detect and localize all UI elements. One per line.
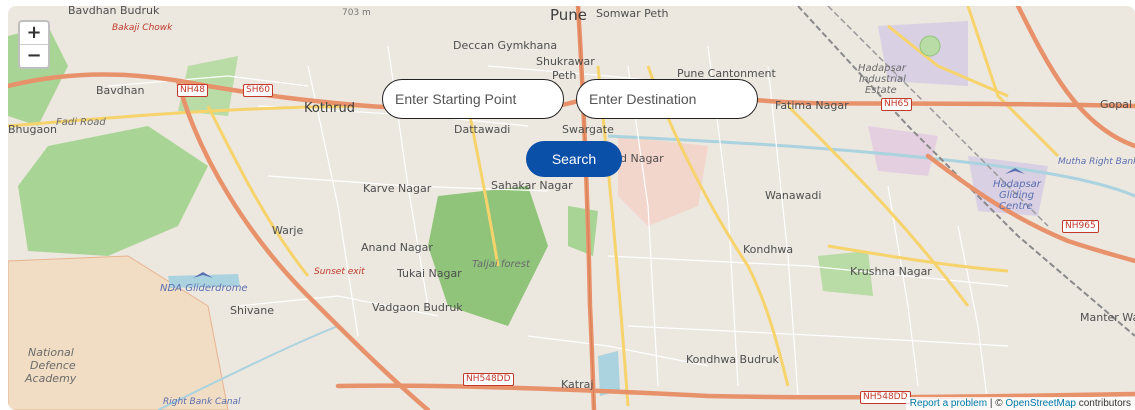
place-label: Bhugaon xyxy=(8,123,57,136)
place-label: NDA Gliderdrome xyxy=(160,283,248,294)
place-label: Academy xyxy=(25,372,77,385)
zoom-in-button[interactable]: + xyxy=(20,22,48,44)
highway-shield: NH548DD xyxy=(860,391,911,404)
place-label: Anand Nagar xyxy=(361,241,433,254)
place-label: Somwar Peth xyxy=(596,7,669,20)
map-attribution: Report a problem | © OpenStreetMap contr… xyxy=(905,397,1135,410)
report-problem-link[interactable]: Report a problem xyxy=(910,398,987,409)
place-label: Kondhwa xyxy=(743,243,794,256)
place-label: Kondhwa Budruk xyxy=(686,353,779,366)
highway-shield: NH65 xyxy=(881,98,912,111)
road-label: Fadi Road xyxy=(56,117,106,128)
zoom-control: + − xyxy=(18,20,50,69)
place-label: d Nagar xyxy=(620,152,664,165)
highway-shield: NH548DD xyxy=(463,373,514,386)
place-label: Sunset exit xyxy=(314,267,365,277)
destination-input[interactable] xyxy=(576,79,758,119)
place-label: Warje xyxy=(272,224,304,237)
place-label: Bakaji Chowk xyxy=(112,23,173,33)
place-label: Deccan Gymkhana xyxy=(453,39,558,52)
place-label: Kothrud xyxy=(304,101,356,116)
place-label: Shukrawar xyxy=(536,55,595,68)
place-label: Defence xyxy=(30,359,76,372)
place-label: Tukai Nagar xyxy=(397,267,462,280)
attribution-suffix: contributors xyxy=(1075,398,1131,409)
place-label: Sahakar Nagar xyxy=(491,179,573,192)
place-label: Wanawadi xyxy=(765,189,822,202)
highway-shield: SH60 xyxy=(243,84,273,97)
highway-shield: NH965 xyxy=(1062,220,1099,233)
place-label: Gopal xyxy=(1100,98,1133,111)
scale-hint: 703 m xyxy=(342,8,371,18)
place-label: Taljai forest xyxy=(472,259,530,270)
place-label: Pune xyxy=(550,6,588,24)
place-label: Karve Nagar xyxy=(363,182,432,195)
place-label: Shivane xyxy=(230,304,274,317)
place-label: Centre xyxy=(999,201,1033,212)
place-label: Estate xyxy=(865,85,897,96)
zoom-out-button[interactable]: − xyxy=(20,44,48,67)
place-label: National xyxy=(28,346,74,359)
place-label: Vadgaon Budruk xyxy=(372,301,463,314)
search-button[interactable]: Search xyxy=(526,141,622,177)
openstreetmap-link[interactable]: OpenStreetMap xyxy=(1005,398,1076,409)
place-label: Bavdhan Budruk xyxy=(68,6,160,17)
place-label: Dattawadi xyxy=(454,123,511,136)
place-label: Manter Wa xyxy=(1080,311,1135,324)
place-label: Katraj xyxy=(561,378,594,391)
highway-shield: NH48 xyxy=(177,84,208,97)
starting-point-input[interactable] xyxy=(382,79,564,119)
attribution-separator: | © xyxy=(987,398,1006,409)
map-view[interactable]: Bavdhan Budruk Bakaji Chowk Bavdhan Bhug… xyxy=(8,6,1135,410)
place-label: Fatima Nagar xyxy=(775,99,849,112)
canal-label: Mutha Right Bank Canal xyxy=(1058,157,1135,167)
place-label: Krushna Nagar xyxy=(850,265,932,278)
place-label: Peth xyxy=(552,69,577,82)
canal-label: Right Bank Canal xyxy=(163,397,241,407)
place-label: Bavdhan xyxy=(96,84,145,97)
place-label: Swargate xyxy=(562,123,614,136)
